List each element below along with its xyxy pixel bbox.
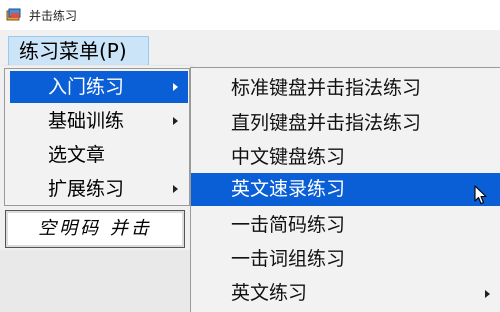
submenu-item-label: 一击词组练习 xyxy=(231,248,346,270)
submenu-item-english-practice[interactable]: 英文练习 xyxy=(191,277,500,310)
window-title: 并击练习 xyxy=(29,9,78,23)
submenu-item-english-stenography[interactable]: 英文速录练习 xyxy=(191,173,500,206)
menu-item-label: 扩展练习 xyxy=(48,178,125,200)
submenu-item-label: 标准键盘并击指法练习 xyxy=(231,77,422,99)
menu-practice[interactable]: 练习菜单(P) xyxy=(8,36,149,66)
submenu-item-label: 直列键盘并击指法练习 xyxy=(231,112,422,134)
submenu-item-column-keyboard[interactable]: 直列键盘并击指法练习 xyxy=(191,107,500,140)
menu-item-label: 基础训练 xyxy=(48,110,125,132)
submenu-arrow-icon xyxy=(173,185,178,193)
submenu-item-one-stroke-phrase[interactable]: 一击词组练习 xyxy=(191,243,500,276)
title-bar: 并击练习 xyxy=(0,0,500,30)
submenu-item-label: 英文练习 xyxy=(231,282,308,304)
submenu-arrow-icon xyxy=(173,117,178,125)
submenu-item-label: 英文速录练习 xyxy=(231,178,346,200)
menu-item-label: 入门练习 xyxy=(48,76,125,98)
mouse-cursor-icon xyxy=(474,185,487,205)
menu-item-intro-practice[interactable]: 入门练习 xyxy=(10,71,188,103)
submenu-item-chinese-keyboard[interactable]: 中文键盘练习 xyxy=(191,141,500,174)
menu-item-basic-training[interactable]: 基础训练 xyxy=(10,105,188,137)
submenu-item-standard-keyboard[interactable]: 标准键盘并击指法练习 xyxy=(191,72,500,105)
menu-item-select-article[interactable]: 选文章 xyxy=(10,139,188,171)
submenu-arrow-icon xyxy=(485,290,490,298)
menu-item-extended-practice[interactable]: 扩展练习 xyxy=(10,173,188,205)
kongming-code-button[interactable]: 空明码 并击 xyxy=(5,210,185,248)
submenu-item-label: 中文键盘练习 xyxy=(231,146,346,168)
app-icon xyxy=(6,8,21,21)
lower-panel xyxy=(0,250,190,312)
submenu-item-label: 一击简码练习 xyxy=(231,214,346,236)
menu-item-label: 选文章 xyxy=(48,144,106,166)
submenu-item-one-stroke-short-code[interactable]: 一击简码练习 xyxy=(191,209,500,242)
submenu-arrow-icon xyxy=(173,83,178,91)
